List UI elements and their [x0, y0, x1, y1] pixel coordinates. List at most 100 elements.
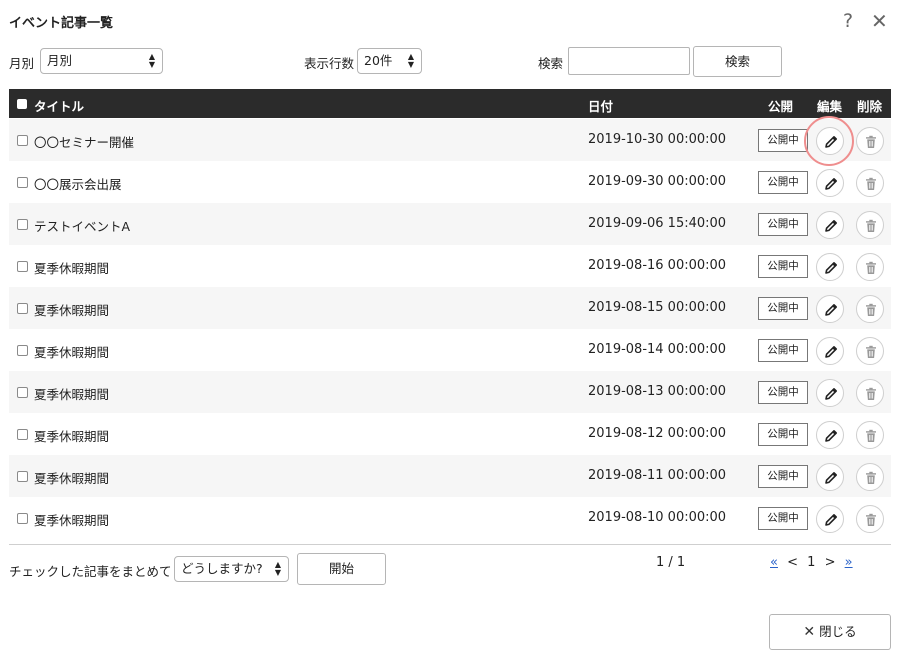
table-row: 夏季休暇期間 2019-08-15 00:00:00 公開中 — [9, 287, 891, 329]
edit-button[interactable] — [816, 211, 844, 239]
publish-status-button[interactable]: 公開中 — [758, 465, 808, 488]
row-checkbox[interactable] — [17, 387, 28, 398]
table-header: タイトル 日付 公開 編集 削除 — [9, 89, 891, 118]
bulk-action-select[interactable]: どうしますか? ▲ ▼ — [174, 556, 289, 582]
publish-status-button[interactable]: 公開中 — [758, 381, 808, 404]
edit-button[interactable] — [816, 127, 844, 155]
search-input[interactable] — [568, 47, 690, 75]
month-filter-value: 月別 — [47, 53, 73, 68]
row-checkbox[interactable] — [17, 219, 28, 230]
trash-icon — [866, 345, 876, 358]
bulk-action-value: どうしますか? — [181, 561, 263, 576]
close-dialog-button[interactable]: ✕ 閉じる — [769, 614, 891, 650]
pencil-icon — [825, 346, 837, 358]
last-page-link[interactable]: » — [845, 555, 853, 570]
row-checkbox[interactable] — [17, 261, 28, 272]
publish-status-button[interactable]: 公開中 — [758, 213, 808, 236]
row-date: 2019-08-12 00:00:00 — [588, 426, 727, 441]
edit-button[interactable] — [816, 379, 844, 407]
publish-status-button[interactable]: 公開中 — [758, 129, 808, 152]
delete-button[interactable] — [856, 253, 884, 281]
publish-status-button[interactable]: 公開中 — [758, 171, 808, 194]
trash-icon — [866, 219, 876, 232]
row-title[interactable]: 夏季休暇期間 — [34, 468, 109, 487]
publish-status-button[interactable]: 公開中 — [758, 255, 808, 278]
row-title[interactable]: テストイベントA — [34, 216, 130, 235]
table-row: 夏季休暇期間 2019-08-16 00:00:00 公開中 — [9, 245, 891, 287]
bulk-start-button[interactable]: 開始 — [297, 553, 386, 585]
trash-icon — [866, 303, 876, 316]
delete-button[interactable] — [856, 505, 884, 533]
edit-button[interactable] — [816, 295, 844, 323]
first-page-link[interactable]: « — [770, 555, 778, 570]
trash-icon — [866, 261, 876, 274]
delete-button[interactable] — [856, 421, 884, 449]
delete-button[interactable] — [856, 295, 884, 323]
search-label: 検索 — [538, 56, 564, 71]
pencil-icon — [825, 178, 837, 190]
delete-button[interactable] — [856, 127, 884, 155]
delete-button[interactable] — [856, 337, 884, 365]
pencil-icon — [825, 304, 837, 316]
row-title[interactable]: 夏季休暇期間 — [34, 342, 109, 361]
trash-icon — [866, 177, 876, 190]
publish-status-button[interactable]: 公開中 — [758, 297, 808, 320]
row-checkbox[interactable] — [17, 135, 28, 146]
rows-per-page-label: 表示行数 — [304, 56, 355, 71]
bulk-action-label: チェックした記事をまとめて — [9, 564, 172, 579]
row-checkbox[interactable] — [17, 177, 28, 188]
row-title[interactable]: 〇〇展示会出展 — [34, 174, 122, 193]
select-all-checkbox[interactable] — [17, 99, 27, 109]
row-checkbox[interactable] — [17, 471, 28, 482]
next-page-link[interactable]: > — [825, 555, 836, 570]
row-checkbox[interactable] — [17, 303, 28, 314]
search-button[interactable]: 検索 — [693, 46, 782, 77]
current-page: 1 — [807, 555, 816, 570]
publish-status-button[interactable]: 公開中 — [758, 507, 808, 530]
close-icon[interactable]: ✕ — [871, 9, 888, 33]
help-icon[interactable]: ? — [843, 10, 853, 32]
edit-button[interactable] — [816, 253, 844, 281]
header-publish: 公開 — [768, 99, 794, 114]
page-info: 1 / 1 — [656, 555, 686, 570]
row-date: 2019-08-11 00:00:00 — [588, 468, 727, 483]
edit-button[interactable] — [816, 505, 844, 533]
edit-button[interactable] — [816, 337, 844, 365]
edit-button[interactable] — [816, 421, 844, 449]
table-row: 夏季休暇期間 2019-08-10 00:00:00 公開中 — [9, 497, 891, 539]
table-row: テストイベントA 2019-09-06 15:40:00 公開中 — [9, 203, 891, 245]
trash-icon — [866, 429, 876, 442]
row-checkbox[interactable] — [17, 429, 28, 440]
row-date: 2019-09-30 00:00:00 — [588, 174, 727, 189]
delete-button[interactable] — [856, 463, 884, 491]
row-title[interactable]: 夏季休暇期間 — [34, 300, 109, 319]
row-title[interactable]: 夏季休暇期間 — [34, 384, 109, 403]
row-date: 2019-08-10 00:00:00 — [588, 510, 727, 525]
row-checkbox[interactable] — [17, 345, 28, 356]
publish-status-button[interactable]: 公開中 — [758, 423, 808, 446]
row-title[interactable]: 夏季休暇期間 — [34, 426, 109, 445]
close-icon: ✕ — [803, 624, 816, 640]
header-edit: 編集 — [817, 99, 843, 114]
row-date: 2019-09-06 15:40:00 — [588, 216, 727, 231]
row-title[interactable]: 夏季休暇期間 — [34, 258, 109, 277]
table-row: 〇〇セミナー開催 2019-10-30 00:00:00 公開中 — [9, 119, 891, 161]
pencil-icon — [825, 388, 837, 400]
month-filter-select[interactable]: 月別 ▲ ▼ — [40, 48, 163, 74]
row-title[interactable]: 〇〇セミナー開催 — [34, 132, 134, 151]
publish-status-button[interactable]: 公開中 — [758, 339, 808, 362]
delete-button[interactable] — [856, 169, 884, 197]
close-button-label: 閉じる — [819, 624, 857, 639]
trash-icon — [866, 135, 876, 148]
row-checkbox[interactable] — [17, 513, 28, 524]
row-title[interactable]: 夏季休暇期間 — [34, 510, 109, 529]
edit-button[interactable] — [816, 463, 844, 491]
rows-per-page-select[interactable]: 20件 ▲ ▼ — [357, 48, 422, 74]
pencil-icon — [825, 262, 837, 274]
prev-page-link[interactable]: < — [787, 555, 798, 570]
row-date: 2019-10-30 00:00:00 — [588, 132, 727, 147]
delete-button[interactable] — [856, 379, 884, 407]
delete-button[interactable] — [856, 211, 884, 239]
table-row: 夏季休暇期間 2019-08-11 00:00:00 公開中 — [9, 455, 891, 497]
edit-button[interactable] — [816, 169, 844, 197]
